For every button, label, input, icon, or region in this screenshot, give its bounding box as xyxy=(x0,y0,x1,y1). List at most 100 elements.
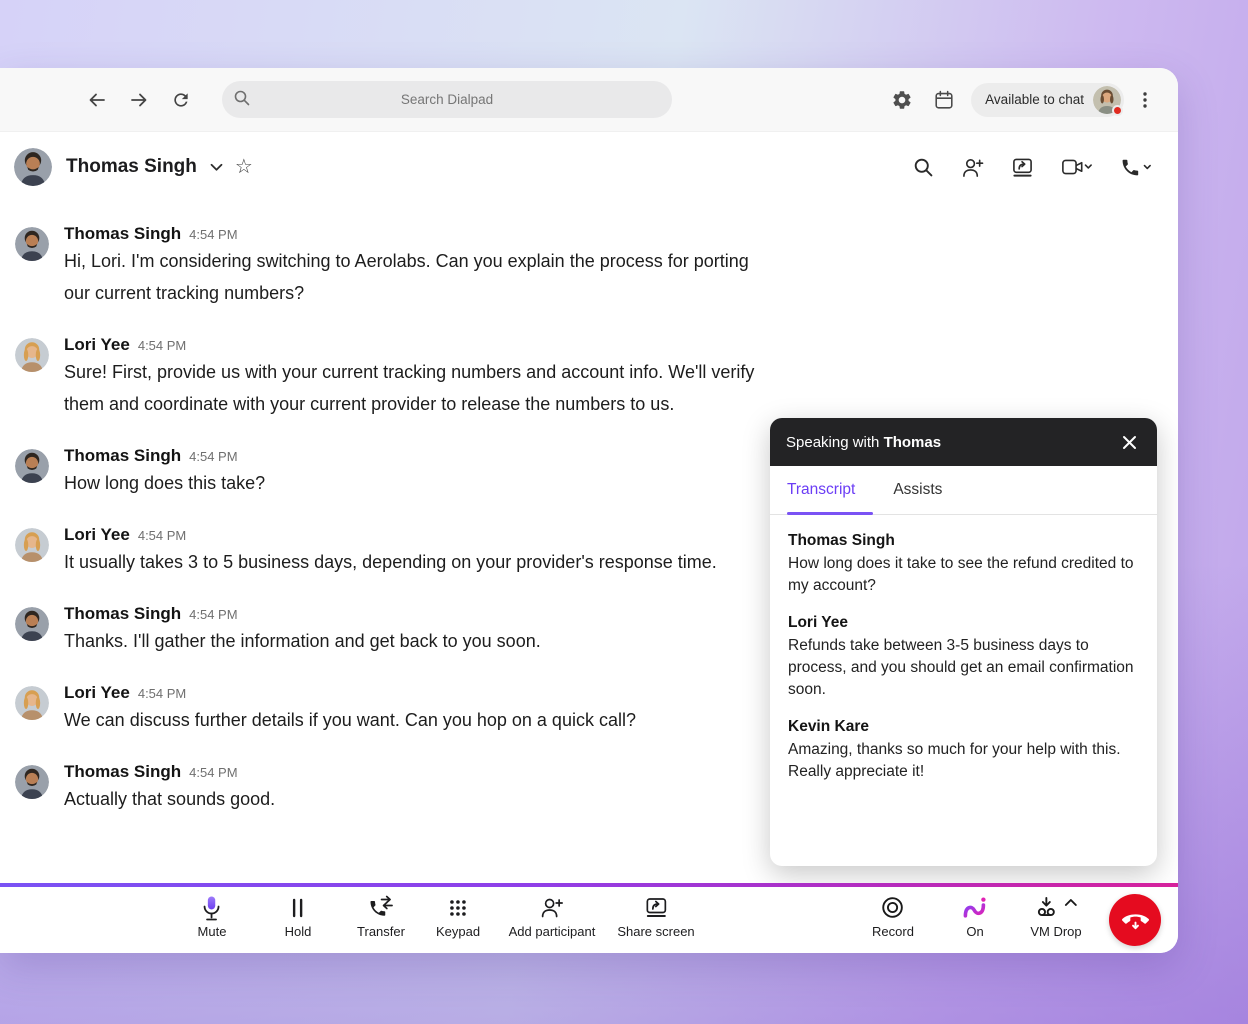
person-add-icon xyxy=(961,157,984,178)
transcript-text: Refunds take between 3-5 business days t… xyxy=(788,635,1139,701)
sender-name: Thomas Singh xyxy=(64,224,181,244)
message-time: 4:54 PM xyxy=(138,686,186,701)
conversation-actions xyxy=(913,157,1152,178)
desktop-background: Search Dialpad Available to chat xyxy=(0,0,1248,1024)
record-icon xyxy=(872,894,914,921)
message-row: Lori Yee4:54 PM Sure! First, provide us … xyxy=(15,335,1138,420)
message-time: 4:54 PM xyxy=(138,528,186,543)
message-text: Actually that sounds good. xyxy=(64,783,769,815)
video-camera-icon xyxy=(1061,157,1093,177)
avatar-thomas xyxy=(15,449,49,483)
ai-logo-icon xyxy=(961,894,990,921)
keypad-button[interactable]: Keypad xyxy=(436,894,480,939)
live-call-panel: Speaking with Thomas Transcript Assists … xyxy=(770,418,1157,866)
avatar-thomas xyxy=(15,227,49,261)
refresh-icon xyxy=(171,90,191,110)
avatar-thomas xyxy=(15,607,49,641)
message-time: 4:54 PM xyxy=(189,607,237,622)
sender-name: Thomas Singh xyxy=(64,604,181,624)
contact-avatar xyxy=(14,148,52,186)
share-screen-icon xyxy=(1011,157,1034,178)
sender-name: Lori Yee xyxy=(64,335,130,355)
message-text: Hi, Lori. I'm considering switching to A… xyxy=(64,245,769,309)
search-input[interactable]: Search Dialpad xyxy=(222,81,672,118)
avatar-lori xyxy=(15,686,49,720)
message-row: Thomas Singh 4:54 PM Hi, Lori. I'm consid… xyxy=(15,224,1138,309)
transcript-entry: Kevin Kare Amazing, thanks so much for y… xyxy=(788,718,1139,783)
kebab-menu-icon xyxy=(1137,91,1153,109)
sender-name: Thomas Singh xyxy=(64,446,181,466)
share-screen-button[interactable]: Share screen xyxy=(617,894,694,939)
search-icon xyxy=(233,89,251,107)
transcript-text: Amazing, thanks so much for your help wi… xyxy=(788,739,1139,783)
share-screen-button[interactable] xyxy=(1011,157,1034,178)
back-arrow-icon xyxy=(87,90,107,110)
transcript-content: Thomas Singh How long does it take to se… xyxy=(770,515,1157,817)
more-options-button[interactable] xyxy=(1130,85,1160,115)
chevron-up-icon xyxy=(1064,898,1077,907)
keypad-icon xyxy=(436,894,480,921)
add-person-button[interactable] xyxy=(961,157,984,178)
call-button[interactable] xyxy=(1120,157,1152,178)
search-icon xyxy=(913,157,934,178)
gear-icon xyxy=(891,89,913,111)
end-call-button[interactable] xyxy=(1109,894,1161,946)
back-button[interactable] xyxy=(84,87,110,113)
message-text: It usually takes 3 to 5 business days, d… xyxy=(64,546,769,578)
calendar-button[interactable] xyxy=(929,85,959,115)
vm-drop-button[interactable]: VM Drop xyxy=(1030,894,1081,939)
transcript-speaker: Thomas Singh xyxy=(788,532,1139,550)
tab-assists[interactable]: Assists xyxy=(893,466,942,514)
transcript-text: How long does it take to see the refund … xyxy=(788,553,1139,597)
phone-icon xyxy=(1120,157,1152,178)
availability-status[interactable]: Available to chat xyxy=(971,83,1124,117)
forward-arrow-icon xyxy=(129,90,149,110)
speaking-with-name: Thomas xyxy=(884,434,942,451)
close-icon xyxy=(1122,435,1137,450)
hold-button[interactable]: Hold xyxy=(285,894,312,939)
share-screen-icon xyxy=(617,894,694,921)
message-time: 4:54 PM xyxy=(189,449,237,464)
vm-drop-icon xyxy=(1030,894,1081,921)
avatar-lori xyxy=(15,338,49,372)
tab-transcript[interactable]: Transcript xyxy=(787,466,855,514)
person-add-icon xyxy=(509,894,596,921)
message-time: 4:54 PM xyxy=(189,227,237,242)
transfer-call-icon xyxy=(357,894,405,921)
avatar-lori xyxy=(15,528,49,562)
record-button[interactable]: Record xyxy=(872,894,914,939)
self-avatar xyxy=(1093,86,1121,114)
dialpad-window: Search Dialpad Available to chat xyxy=(0,68,1178,953)
message-text: Sure! First, provide us with your curren… xyxy=(64,356,769,420)
call-control-bar: Mute Hold Transfer Keypad xyxy=(0,887,1178,953)
video-call-button[interactable] xyxy=(1061,157,1093,177)
calendar-icon xyxy=(933,89,955,111)
sender-name: Thomas Singh xyxy=(64,762,181,782)
forward-button[interactable] xyxy=(126,87,152,113)
add-participant-button[interactable]: Add participant xyxy=(509,894,596,939)
refresh-button[interactable] xyxy=(168,87,194,113)
message-text: Thanks. I'll gather the information and … xyxy=(64,625,769,657)
transfer-button[interactable]: Transfer xyxy=(357,894,405,939)
transcript-entry: Lori Yee Refunds take between 3-5 busine… xyxy=(788,614,1139,701)
call-panel-header[interactable]: Speaking with Thomas xyxy=(770,418,1157,466)
app-toolbar: Search Dialpad Available to chat xyxy=(0,68,1178,132)
mute-button[interactable]: Mute xyxy=(198,894,227,939)
hang-up-icon xyxy=(1122,907,1149,934)
chevron-down-icon xyxy=(210,163,223,172)
ai-toggle-button[interactable]: On xyxy=(961,894,990,939)
call-panel-tabs: Transcript Assists xyxy=(770,466,1157,515)
conversation-title: Thomas Singh xyxy=(66,156,197,178)
transcript-entry: Thomas Singh How long does it take to se… xyxy=(788,532,1139,597)
message-text: How long does this take? xyxy=(64,467,769,499)
pause-icon xyxy=(285,894,312,921)
busy-status-dot xyxy=(1112,105,1123,116)
transcript-speaker: Kevin Kare xyxy=(788,718,1139,736)
favorite-star-button[interactable]: ☆ xyxy=(235,157,253,177)
conversation-search-button[interactable] xyxy=(913,157,934,178)
transcript-speaker: Lori Yee xyxy=(788,614,1139,632)
conversation-header: Thomas Singh ☆ xyxy=(0,132,1178,202)
conversation-dropdown-button[interactable] xyxy=(206,156,227,179)
settings-button[interactable] xyxy=(887,85,917,115)
close-panel-button[interactable] xyxy=(1117,430,1141,454)
